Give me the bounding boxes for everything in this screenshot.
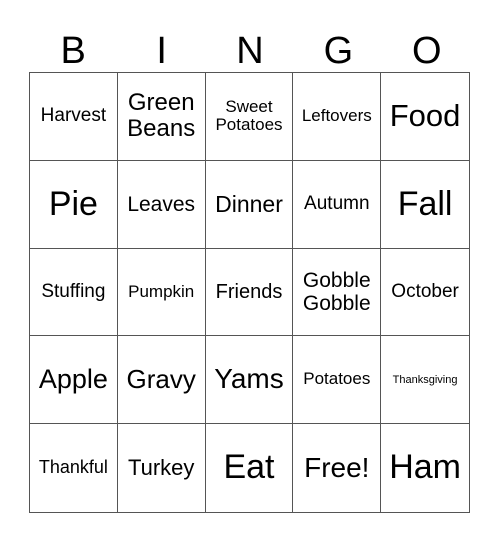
bingo-cell[interactable]: Green Beans — [117, 73, 206, 161]
bingo-cell[interactable]: Dinner — [205, 160, 294, 249]
bingo-grid: Harvest Green Beans Sweet Potatoes Leftover… — [29, 72, 470, 513]
bingo-cell[interactable]: Gravy — [117, 336, 206, 425]
bingo-cell[interactable]: Thanksgiving — [381, 336, 469, 425]
bingo-cell[interactable]: Leaves — [117, 160, 206, 249]
bingo-cell[interactable]: Sweet Potatoes — [205, 73, 294, 161]
bingo-cell[interactable]: Autumn — [293, 160, 382, 249]
bingo-cell[interactable]: Yams — [205, 336, 294, 425]
bingo-cell[interactable]: Free! — [293, 424, 382, 512]
bingo-header: B I N G O — [29, 30, 471, 72]
bingo-cell[interactable]: Apple — [30, 336, 118, 425]
header-letter: N — [236, 30, 264, 72]
header-letter: O — [412, 30, 442, 72]
bingo-cell[interactable]: Pie — [30, 160, 118, 249]
header-letter: B — [60, 30, 86, 72]
bingo-cell[interactable]: Stuffing — [30, 248, 118, 337]
bingo-cell[interactable]: Friends — [205, 248, 294, 337]
bingo-cell[interactable]: Pumpkin — [117, 248, 206, 337]
bingo-cell[interactable]: Ham — [381, 424, 469, 512]
bingo-cell[interactable]: Harvest — [30, 73, 118, 161]
bingo-cell[interactable]: Leftovers — [293, 73, 382, 161]
bingo-cell[interactable]: Potatoes — [293, 336, 382, 425]
header-letter: G — [323, 30, 354, 72]
bingo-cell[interactable]: Turkey — [118, 424, 206, 512]
bingo-cell[interactable]: Gobble Gobble — [293, 248, 382, 337]
bingo-cell[interactable]: Food — [381, 73, 469, 161]
bingo-cell[interactable]: Thankful — [30, 424, 118, 512]
header-letter: I — [156, 30, 167, 72]
bingo-cell[interactable]: October — [381, 249, 469, 337]
bingo-cell[interactable]: Fall — [381, 161, 469, 249]
bingo-cell[interactable]: Eat — [206, 424, 294, 512]
